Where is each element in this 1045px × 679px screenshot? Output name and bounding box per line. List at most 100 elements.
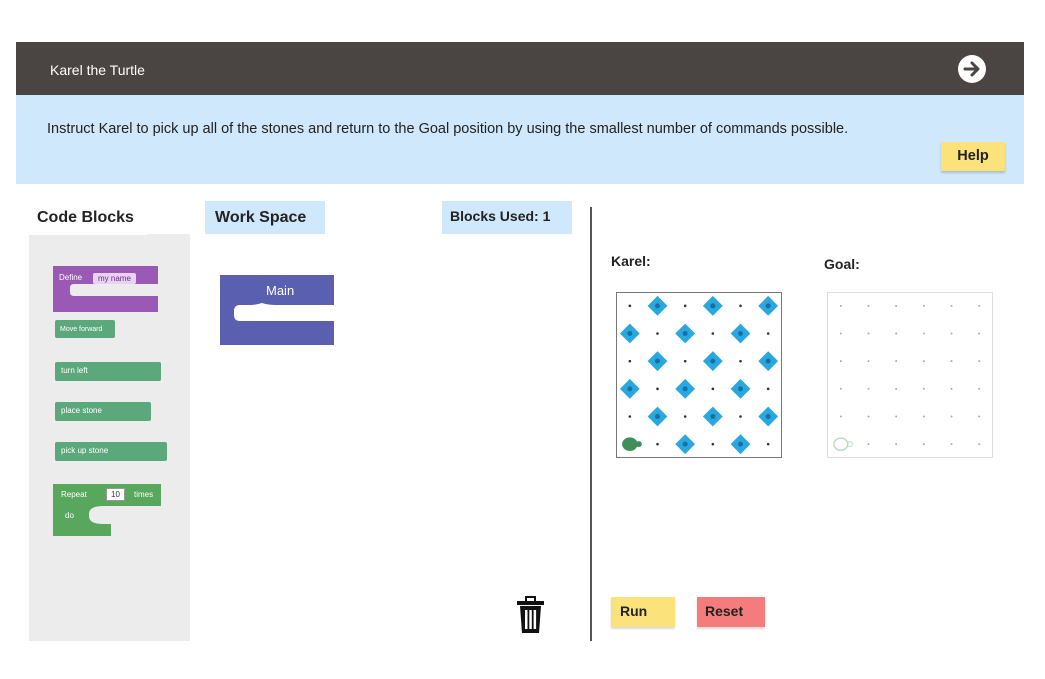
grid-border — [616, 292, 782, 458]
panel-divider — [590, 207, 592, 641]
palette-block-shapes — [53, 266, 167, 536]
stone-center — [710, 358, 716, 364]
grid-dot — [867, 332, 870, 335]
karel-world-grid — [616, 292, 782, 458]
title-bar — [16, 42, 1024, 95]
stone-center — [682, 441, 688, 447]
move-forward-block[interactable]: Move forward — [60, 326, 102, 333]
grid-dot — [867, 360, 870, 363]
karel-world-label: Karel: — [611, 253, 651, 269]
grid-dot — [628, 415, 632, 418]
reset-button[interactable]: Reset — [697, 597, 765, 627]
grid-dot — [978, 387, 981, 390]
grid-dot — [766, 387, 770, 391]
tab-code-blocks[interactable]: Code Blocks — [29, 201, 147, 235]
stone-center — [738, 441, 743, 447]
grid-dot — [978, 415, 981, 418]
goal-world-label: Goal: — [824, 256, 860, 272]
main-block-label: Main — [266, 283, 295, 298]
grid-dot — [683, 304, 687, 308]
grid-dot — [656, 387, 659, 391]
repeat-count-field[interactable]: 10 — [106, 488, 125, 501]
grid-dot — [922, 415, 925, 418]
grid-dot — [739, 359, 742, 363]
grid-dot — [867, 304, 870, 307]
stone-center — [655, 414, 660, 419]
grid-dot — [978, 332, 981, 335]
tab-work-space[interactable]: Work Space — [205, 201, 325, 234]
blocks-used-counter: Blocks Used: 1 — [442, 201, 572, 234]
stone-center — [765, 303, 771, 309]
grid-dot — [739, 415, 742, 418]
grid-dot — [895, 443, 898, 446]
grid-dot — [867, 443, 870, 446]
place-stone-block[interactable]: place stone — [61, 406, 102, 415]
grid-dot — [839, 387, 842, 390]
grid-dot — [895, 304, 898, 307]
stone-center — [710, 303, 716, 309]
grid-dot — [766, 332, 770, 335]
grid-dot — [656, 442, 659, 446]
grid-dot — [839, 304, 842, 307]
arrow-right-circle-icon — [963, 61, 980, 77]
grid-dot — [978, 360, 981, 363]
grid-dot — [978, 304, 981, 307]
grid-dot — [656, 332, 659, 335]
grid-dot — [950, 443, 953, 446]
stone-center — [738, 331, 743, 336]
grid-dot — [978, 443, 981, 446]
stone-center — [738, 386, 743, 392]
stone-center — [655, 303, 660, 309]
grid-dot — [711, 442, 715, 446]
grid-dot — [895, 415, 898, 418]
grid-dot — [922, 332, 925, 335]
grid-dot — [711, 387, 715, 391]
grid-dot — [950, 415, 953, 418]
instruction-text: Instruct Karel to pick up all of the sto… — [47, 121, 849, 137]
grid-dot — [839, 332, 842, 335]
define-label: Define — [59, 273, 83, 282]
stone-center — [765, 414, 771, 419]
grid-dot — [739, 304, 742, 308]
stone-center — [682, 386, 688, 392]
stone-center — [627, 331, 633, 336]
grid-dot — [839, 415, 842, 418]
grid-dot — [766, 442, 770, 446]
stone-center — [765, 358, 771, 364]
grid-dot — [922, 443, 925, 446]
help-button[interactable]: Help — [941, 142, 1005, 171]
grid-dot — [839, 360, 842, 363]
app-title: Karel the Turtle — [50, 62, 145, 78]
grid-dot — [950, 332, 953, 335]
stone-center — [627, 386, 633, 392]
run-button[interactable]: Run — [611, 597, 675, 627]
grid-dot — [950, 387, 953, 390]
grid-dot — [867, 387, 870, 390]
turn-left-block[interactable]: turn left — [61, 366, 88, 375]
next-arrow-button[interactable] — [958, 55, 986, 83]
grid-dot — [628, 359, 632, 363]
grid-dot — [683, 415, 687, 418]
grid-dot — [628, 304, 632, 308]
define-name-field[interactable]: my name — [93, 273, 136, 284]
grid-dot — [683, 359, 687, 363]
stone-center — [682, 331, 688, 336]
stone-center — [655, 358, 660, 364]
grid-dot — [922, 387, 925, 390]
trash-icon[interactable] — [515, 596, 546, 634]
grid-dot — [922, 360, 925, 363]
grid-dot — [867, 415, 870, 418]
repeat-times-label: times — [134, 490, 154, 499]
grid-dot — [922, 304, 925, 307]
grid-dot — [895, 360, 898, 363]
pick-up-stone-block[interactable]: pick up stone — [61, 446, 108, 455]
goal-world-grid — [827, 292, 993, 458]
code-blocks-palette — [29, 234, 190, 641]
stone-center — [710, 414, 716, 419]
grid-dot — [950, 304, 953, 307]
grid-dot — [895, 332, 898, 335]
grid-border — [827, 292, 993, 458]
grid-dot — [711, 332, 715, 335]
grid-dot — [895, 387, 898, 390]
repeat-do-label: do — [65, 511, 74, 520]
